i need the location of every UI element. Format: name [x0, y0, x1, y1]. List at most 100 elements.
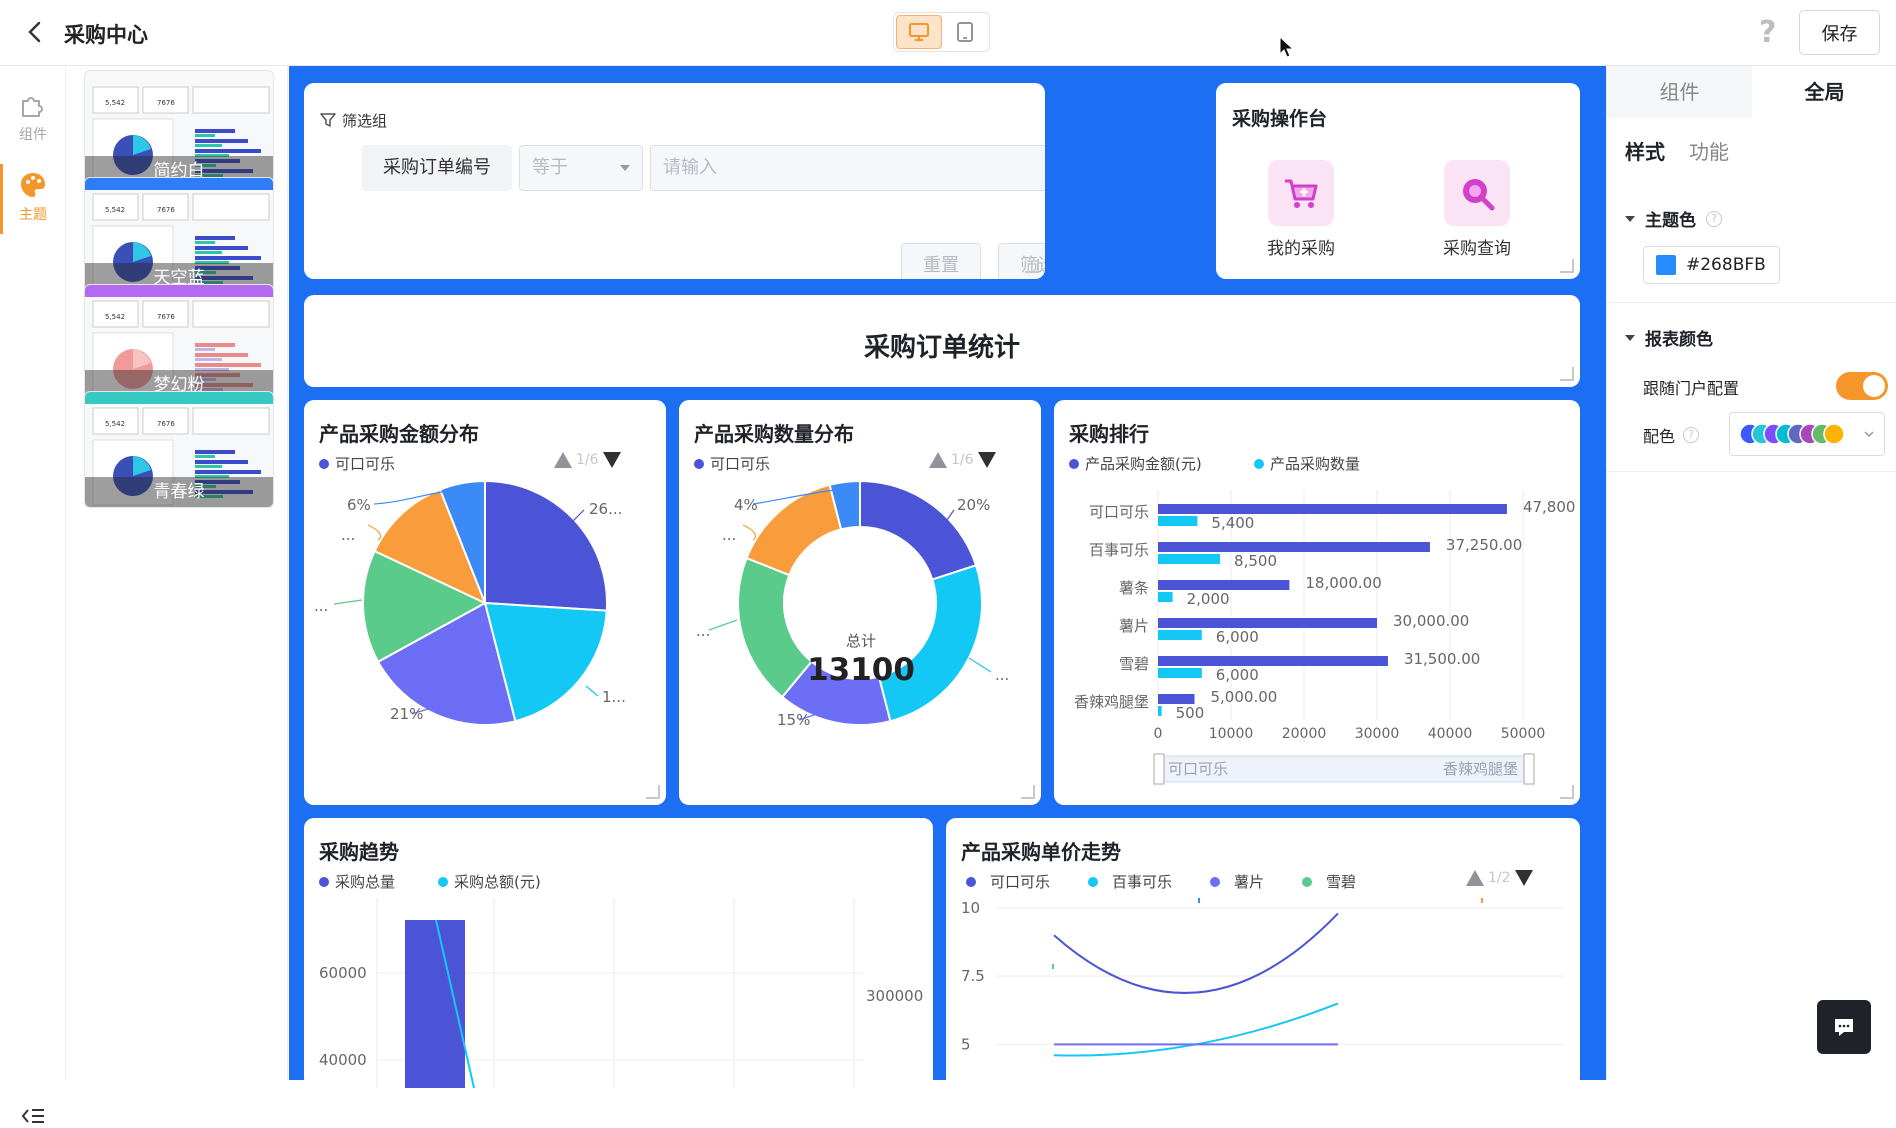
price-line[interactable]: [1053, 912, 1339, 994]
bar-value-label: 37,250.00: [1446, 536, 1522, 554]
theme-color-picker[interactable]: #268BFB: [1643, 246, 1780, 284]
page-up-icon[interactable]: [1466, 870, 1484, 886]
pie-chart[interactable]: 6% 26......... 1... 21%: [304, 480, 666, 800]
ranking-card[interactable]: 采购排行 产品采购金额(元) 产品采购数量 0 10000 20000 30000 40…: [1054, 400, 1580, 805]
theme-color-section[interactable]: 主题色 ?: [1625, 206, 1722, 231]
bar-amount[interactable]: [1158, 580, 1290, 590]
follow-portal-toggle[interactable]: [1836, 372, 1888, 400]
ranking-legend-qty[interactable]: 产品采购数量: [1254, 453, 1360, 474]
resize-handle[interactable]: [1025, 259, 1039, 273]
resize-handle[interactable]: [1560, 367, 1574, 381]
page-down-icon[interactable]: [602, 452, 621, 468]
legend-pager[interactable]: 1/6: [554, 452, 621, 468]
desktop-view-button[interactable]: [896, 15, 942, 49]
rail-item-components[interactable]: 组件: [0, 82, 66, 156]
action-purchase-query[interactable]: 采购查询: [1442, 160, 1512, 259]
legend-pager[interactable]: 1/2: [1466, 870, 1533, 886]
palette-select[interactable]: [1729, 412, 1885, 456]
ranking-bar-chart[interactable]: 0 10000 20000 30000 40000 50000 可口可乐 47,800 5,40…: [1054, 480, 1580, 800]
tab-global[interactable]: 全局: [1752, 66, 1896, 118]
legend-dot: [438, 876, 448, 887]
trend-legend-volume[interactable]: 采购总量: [319, 871, 395, 892]
theme-card[interactable]: 5,542 7676 简约白: [84, 70, 274, 187]
page-up-icon[interactable]: [554, 452, 572, 468]
theme-list: 5,542 7676 简约白 5,542 7676 天空蓝 5,542 7676 梦幻粉 5,54…: [66, 66, 288, 1080]
pie-slice[interactable]: [745, 483, 843, 577]
page-down-icon[interactable]: [977, 452, 996, 468]
pie-amount-legend[interactable]: 可口可乐: [319, 453, 395, 474]
legend-item[interactable]: 雪碧: [1302, 871, 1356, 892]
back-arrow-icon[interactable]: [22, 18, 50, 46]
slice-label: 4%: [734, 496, 758, 514]
theme-card[interactable]: 5,542 7676 梦幻粉: [84, 284, 274, 401]
filter-value-input[interactable]: 请输入: [650, 145, 1045, 191]
bar-amount[interactable]: [1158, 504, 1507, 514]
pie-amount-card[interactable]: 产品采购金额分布 可口可乐 1/6 6% 26......... 1... 21%: [304, 400, 666, 805]
page-up-icon[interactable]: [929, 452, 947, 468]
trend-chart[interactable]: 60000 40000 300000: [304, 898, 933, 1088]
unit-price-line-chart[interactable]: 107.55: [946, 898, 1580, 1088]
ops-card[interactable]: 采购操作台 我的采购 采购查询: [1216, 83, 1580, 279]
collapse-sidebar-icon[interactable]: [20, 1104, 46, 1128]
legend-label: 雪碧: [1326, 873, 1357, 891]
action-my-purchases[interactable]: 我的采购: [1266, 160, 1336, 259]
theme-card[interactable]: 5,542 7676 青春绿: [84, 391, 274, 508]
trend-legend-amount[interactable]: 采购总额(元): [438, 871, 541, 892]
chat-button[interactable]: [1817, 1000, 1871, 1054]
page-down-icon[interactable]: [1514, 870, 1533, 886]
ranking-legend-amount[interactable]: 产品采购金额(元): [1069, 453, 1202, 474]
reset-button[interactable]: 重置: [901, 243, 981, 279]
help-icon[interactable]: ?: [1753, 16, 1783, 46]
donut-qty-card[interactable]: 产品采购数量分布 可口可乐 1/6 4% 20%......... 15% 总计 1…: [679, 400, 1041, 805]
help-circle-icon[interactable]: ?: [1706, 210, 1722, 227]
search-icon: [1463, 179, 1495, 211]
bar-qty[interactable]: [1158, 592, 1173, 602]
slice-label: 6%: [347, 496, 371, 514]
legend-label: 可口可乐: [990, 873, 1051, 891]
resize-handle[interactable]: [646, 785, 660, 799]
price-line[interactable]: [1053, 1002, 1339, 1057]
mouse-cursor-icon: [1279, 36, 1295, 58]
trend-card[interactable]: 采购趋势 采购总量 采购总额(元) 60000 40000 300000: [304, 818, 933, 1088]
subtab-function[interactable]: 功能: [1689, 136, 1729, 165]
legend-item[interactable]: 薯片: [1210, 871, 1264, 892]
bar-qty[interactable]: [1158, 630, 1202, 640]
bar-amount[interactable]: [1158, 542, 1430, 552]
bar-qty[interactable]: [1158, 668, 1202, 678]
donut-qty-legend[interactable]: 可口可乐: [694, 453, 770, 474]
tab-components[interactable]: 组件: [1607, 66, 1752, 118]
tablet-view-button[interactable]: [944, 15, 988, 49]
resize-handle[interactable]: [1560, 259, 1574, 273]
rail-label-theme: 主题: [19, 207, 47, 223]
theme-card[interactable]: 5,542 7676 天空蓝: [84, 177, 274, 294]
help-circle-icon[interactable]: ?: [1683, 427, 1700, 443]
legend-item[interactable]: 可口可乐: [966, 871, 1050, 892]
bar-amount[interactable]: [1158, 656, 1388, 666]
resize-handle[interactable]: [1021, 785, 1035, 799]
bar-amount[interactable]: [1158, 694, 1195, 704]
y-category-label: 百事可乐: [1089, 541, 1149, 559]
rail-item-theme[interactable]: 主题: [0, 162, 66, 236]
filter-card[interactable]: 筛选组 采购订单编号 等于 请输入 重置 筛选: [304, 83, 1045, 279]
leader-line: [708, 619, 738, 631]
stats-banner-card[interactable]: 采购订单统计: [304, 295, 1580, 387]
legend-pager[interactable]: 1/6: [929, 452, 996, 468]
unit-price-card[interactable]: 产品采购单价走势 可口可乐 百事可乐 薯片 雪碧 1/2 10 7.5 5: [946, 818, 1580, 1088]
legend-item[interactable]: 百事可乐: [1088, 871, 1172, 892]
y-tick-label: 5: [961, 1035, 971, 1053]
y-category-label: 雪碧: [1119, 655, 1149, 673]
pie-amount-title: 产品采购金额分布: [319, 422, 479, 446]
report-color-section[interactable]: 报表颜色: [1625, 325, 1713, 350]
bar-qty[interactable]: [1158, 554, 1221, 564]
subtab-style[interactable]: 样式: [1625, 136, 1665, 165]
bar-qty[interactable]: [1158, 516, 1198, 526]
resize-handle[interactable]: [1560, 785, 1574, 799]
slider-handle-right[interactable]: [1523, 753, 1535, 785]
device-toggle: [893, 12, 990, 52]
legend-dot: [1210, 876, 1221, 887]
bar-qty[interactable]: [1158, 706, 1162, 716]
bar-amount[interactable]: [1158, 618, 1377, 628]
save-button[interactable]: 保存: [1799, 10, 1880, 55]
slider-handle-left[interactable]: [1153, 753, 1165, 785]
filter-operator-select[interactable]: 等于: [519, 145, 643, 191]
